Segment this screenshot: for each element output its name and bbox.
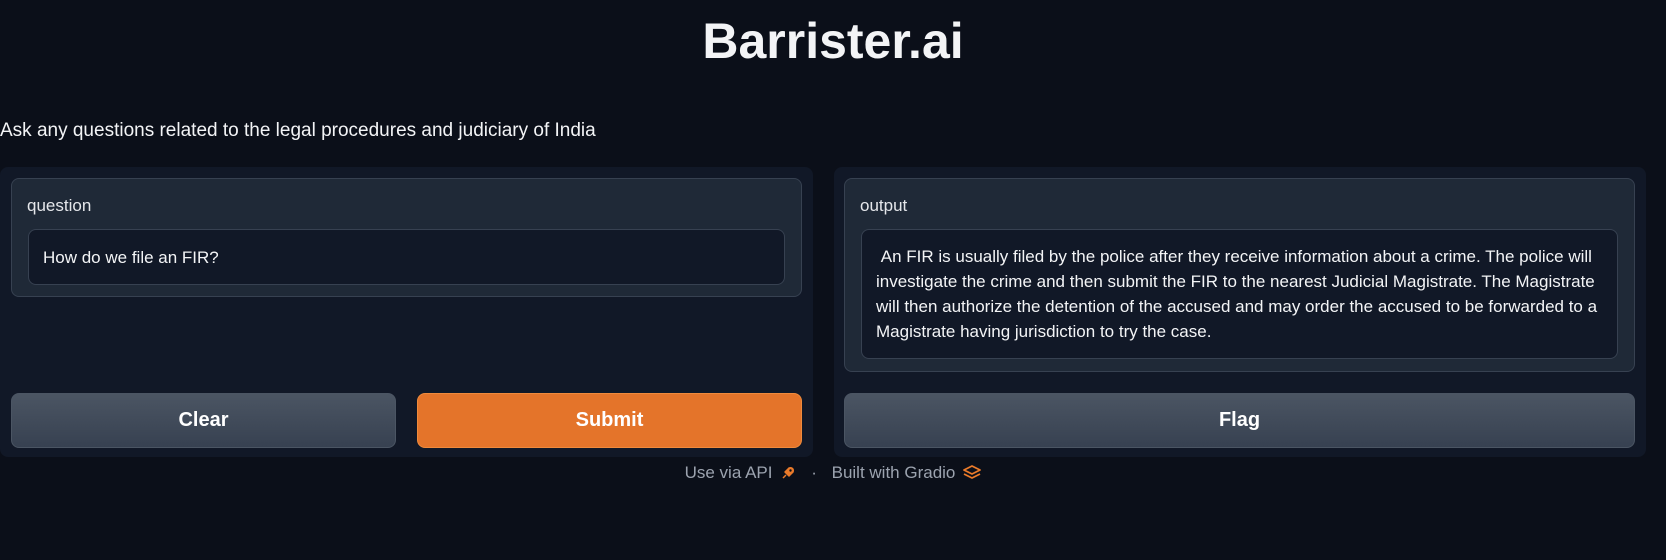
app-description: Ask any questions related to the legal p…	[0, 120, 596, 141]
flag-button[interactable]: Flag	[844, 393, 1635, 448]
use-via-api-label: Use via API	[684, 463, 773, 482]
footer-separator: ·	[811, 463, 817, 482]
output-panel: output An FIR is usually filed by the po…	[834, 167, 1646, 457]
rocket-icon	[782, 467, 795, 479]
output-textbox[interactable]: An FIR is usually filed by the police af…	[861, 229, 1618, 359]
output-block: output An FIR is usually filed by the po…	[844, 178, 1635, 372]
clear-button[interactable]: Clear	[11, 393, 396, 448]
built-with-gradio-link[interactable]: Built with Gradio	[832, 463, 982, 482]
gradio-app: Barrister.ai Ask any questions related t…	[0, 0, 1666, 560]
submit-button[interactable]: Submit	[417, 393, 802, 448]
footer: Use via API · Built with Gradio	[0, 461, 1666, 485]
built-with-gradio-label: Built with Gradio	[831, 463, 956, 482]
question-input[interactable]: How do we file an FIR?	[28, 229, 785, 285]
app-title: Barrister.ai	[702, 13, 964, 69]
gradio-logo-icon	[963, 465, 982, 479]
output-label: output	[860, 196, 908, 215]
question-block: question How do we file an FIR?	[11, 178, 802, 297]
use-via-api-link[interactable]: Use via API	[685, 463, 797, 482]
input-panel: question How do we file an FIR? Clear Su…	[0, 167, 813, 457]
question-label: question	[27, 196, 92, 215]
